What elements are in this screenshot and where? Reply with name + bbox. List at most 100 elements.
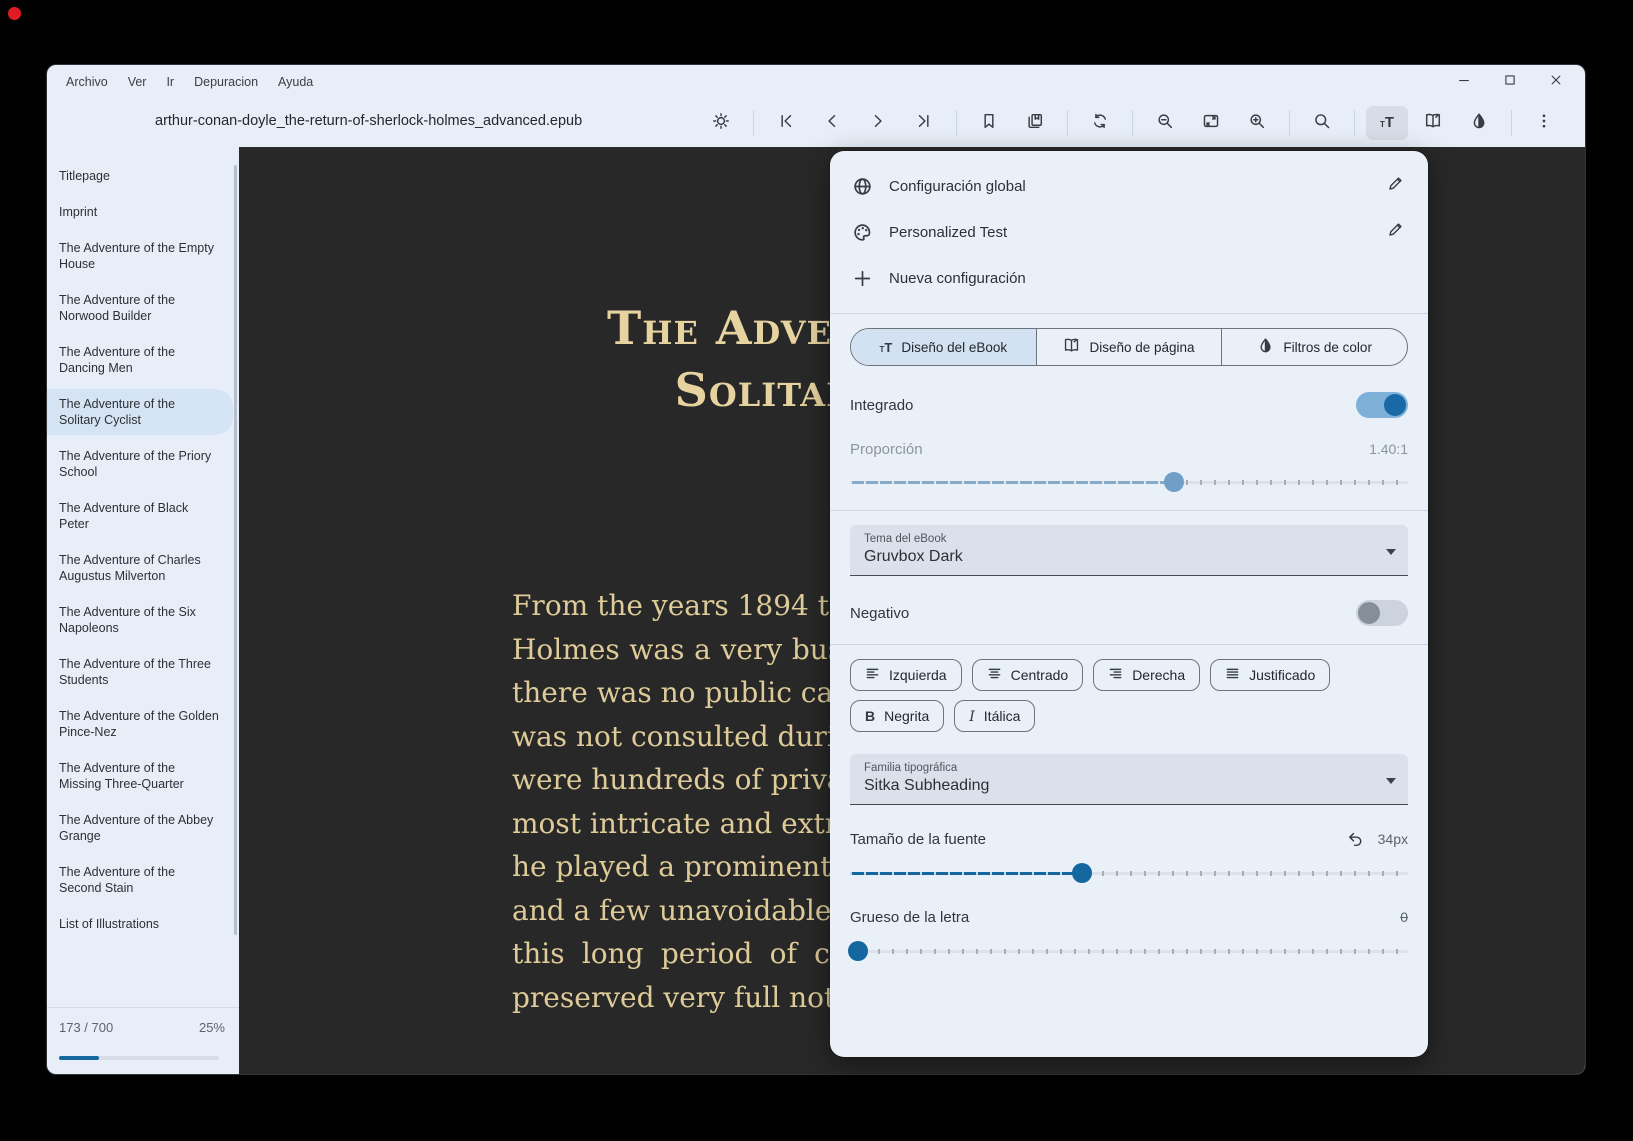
new-config-button[interactable]: Nueva configuración [830,255,1428,301]
sidebar-item-the-adventure-of-the-solitary-cyclist[interactable]: The Adventure of the Solitary Cyclist [47,389,233,435]
toc-sidebar: Titlepage Imprint The Adventure of the Emp… [47,147,239,1074]
negativo-toggle[interactable] [1356,600,1408,626]
refresh-button[interactable] [1079,106,1121,140]
menu-ver[interactable]: Ver [119,71,156,93]
sidebar-item-the-adventure-of-the-three-students[interactable]: The Adventure of the Three Students [47,649,233,695]
chip-label: Derecha [1132,667,1185,683]
sidebar-item-the-adventure-of-the-missing-three-quarter[interactable]: The Adventure of the Missing Three-Quart… [47,753,233,799]
back-button[interactable] [97,106,133,140]
book-layout-icon [1063,337,1080,357]
proporcion-label: Proporción [850,441,923,458]
chip-justificado[interactable]: Justificado [1210,659,1330,691]
chip-izquierda[interactable]: Izquierda [850,659,962,691]
minimize-button[interactable] [1449,70,1479,94]
minimize-icon [1457,73,1471,92]
tab-filtros-de-color[interactable]: Filtros de color [1222,329,1407,365]
chevron-down-icon [1386,549,1396,555]
toolbar-divider [753,110,754,136]
last-page-button[interactable] [903,106,945,140]
book-layout-button[interactable] [1412,106,1454,140]
first-page-icon [777,112,795,135]
proporcion-slider[interactable] [850,472,1408,492]
fit-page-button[interactable] [1190,106,1232,140]
maximize-button[interactable] [1495,70,1525,94]
format-text-button[interactable]: tT [1366,106,1408,140]
palette-icon [850,220,874,244]
profile-global-label: Configuración global [889,178,1380,195]
zoom-out-icon [1156,112,1174,135]
next-page-button[interactable] [857,106,899,140]
integrado-label: Integrado [850,397,913,414]
tab-dise-o-de-p-gina[interactable]: Diseño de página [1037,329,1223,365]
sidebar-item-list-of-illustrations[interactable]: List of Illustrations [47,909,233,939]
pencil-icon [1387,175,1404,197]
menu-archivo[interactable]: Archivo [57,71,117,93]
theme-select[interactable]: Tema del eBook Gruvbox Dark [850,525,1408,576]
font-weight-slider[interactable] [850,941,1408,961]
edit-global-profile-button[interactable] [1380,171,1410,201]
brightness-button[interactable] [700,106,742,140]
toolbar-divider [1511,110,1512,136]
sidebar-item-titlepage[interactable]: Titlepage [47,161,233,191]
profile-global[interactable]: Configuración global [830,163,1428,209]
menu-button[interactable] [1523,106,1565,140]
tab-dise-o-del-ebook[interactable]: tTDiseño del eBook [851,329,1037,365]
zoom-in-button[interactable] [1236,106,1278,140]
sidebar-item-the-adventure-of-charles-augustus-milverton[interactable]: The Adventure of Charles Augustus Milver… [47,545,233,591]
plus-icon [850,266,874,290]
settings-popover: Configuración global Personalized Test N… [830,151,1428,1057]
font-family-label: Familia tipográfica [864,762,1394,774]
sidebar-item-the-adventure-of-the-norwood-builder[interactable]: The Adventure of the Norwood Builder [47,285,233,331]
maximize-icon [1503,73,1517,92]
sidebar-item-the-adventure-of-the-priory-school[interactable]: The Adventure of the Priory School [47,441,233,487]
sidebar-item-the-adventure-of-the-abbey-grange[interactable]: The Adventure of the Abbey Grange [47,805,233,851]
sidebar-item-the-adventure-of-the-golden-pince-nez[interactable]: The Adventure of the Golden Pince-Nez [47,701,233,747]
prev-page-button[interactable] [811,106,853,140]
profile-personalized[interactable]: Personalized Test [830,209,1428,255]
bold-icon: B [865,708,875,724]
menu-ir[interactable]: Ir [157,71,183,93]
fit-page-icon [1202,112,1220,135]
toolbar-divider [1289,110,1290,136]
page-position: 173 / 700 [59,1020,113,1035]
align-justify-icon [1225,666,1240,684]
pencil-icon [1387,221,1404,243]
color-filter-icon [1257,337,1274,357]
sidebar-item-the-adventure-of-black-peter[interactable]: The Adventure of Black Peter [47,493,233,539]
font-weight-label: Grueso de la letra [850,909,969,926]
chip-centrado[interactable]: Centrado [972,659,1084,691]
font-size-value: 34px [1378,831,1408,847]
chip-it-lica[interactable]: IItálica [954,700,1035,732]
search-button[interactable] [1301,106,1343,140]
font-size-slider[interactable] [850,863,1408,883]
menu-depuracion[interactable]: Depuracion [185,71,267,93]
reading-progressbar [59,1056,219,1060]
tab-label: Diseño del eBook [901,340,1007,355]
sidebar-item-the-adventure-of-the-empty-house[interactable]: The Adventure of the Empty House [47,233,233,279]
close-icon [1549,73,1563,92]
zoom-out-button[interactable] [1144,106,1186,140]
sidebar-item-the-adventure-of-the-dancing-men[interactable]: The Adventure of the Dancing Men [47,337,233,383]
close-button[interactable] [1541,70,1571,94]
chip-label: Izquierda [889,667,947,683]
chip-negrita[interactable]: BNegrita [850,700,944,732]
menu-ayuda[interactable]: Ayuda [269,71,322,93]
sidebar-item-the-adventure-of-the-six-napoleons[interactable]: The Adventure of the Six Napoleons [47,597,233,643]
edit-personalized-profile-button[interactable] [1380,217,1410,247]
library-button[interactable] [1014,106,1056,140]
chip-derecha[interactable]: Derecha [1093,659,1200,691]
library-icon [1026,112,1044,135]
progress-percent: 25% [199,1020,225,1035]
bookmark-button[interactable] [968,106,1010,140]
first-page-button[interactable] [765,106,807,140]
globe-icon [850,174,874,198]
color-filter-button[interactable] [1458,106,1500,140]
titlebar: ArchivoVerIrDepuracionAyuda [47,65,1585,99]
toolbar-divider [956,110,957,136]
sidebar-item-imprint[interactable]: Imprint [47,197,233,227]
sidebar-item-the-adventure-of-the-second-stain[interactable]: The Adventure of the Second Stain [47,857,233,903]
integrado-toggle[interactable] [1356,392,1408,418]
font-size-reset-button[interactable] [1346,830,1364,848]
sidebar-scrollbar[interactable] [234,165,237,935]
font-family-select[interactable]: Familia tipográfica Sitka Subheading [850,754,1408,805]
